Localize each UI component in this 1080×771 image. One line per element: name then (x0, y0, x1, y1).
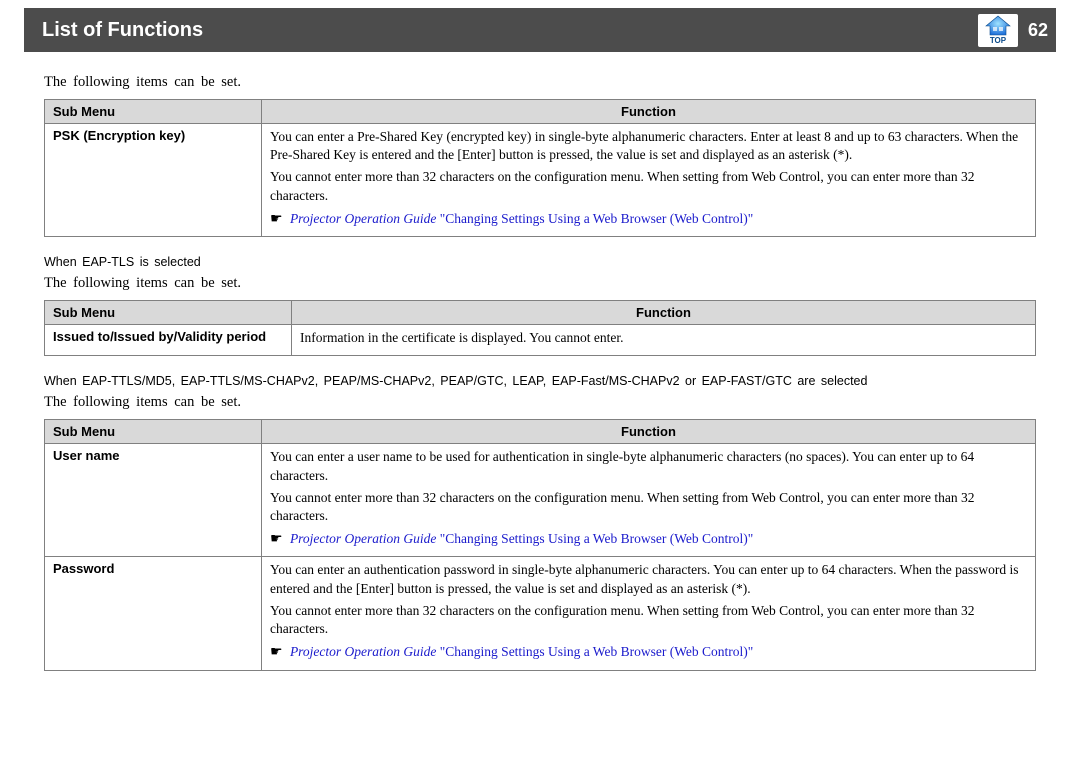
col-header-func: Function (262, 420, 1036, 444)
section2-heading: When EAP-TLS is selected (44, 255, 1036, 269)
col-header-sub: Sub Menu (45, 100, 262, 124)
table-auth: Sub Menu Function User name You can ente… (44, 419, 1036, 670)
row-body-cert: Information in the certificate is displa… (292, 325, 1036, 356)
table-row: Password You can enter an authentication… (45, 557, 1036, 670)
page-content: The following items can be set. Sub Menu… (44, 74, 1036, 671)
house-icon (984, 15, 1012, 37)
row-label-password: Password (45, 557, 262, 670)
col-header-func: Function (262, 100, 1036, 124)
text: You can enter a Pre-Shared Key (encrypte… (270, 128, 1027, 164)
header-right: TOP 62 (978, 8, 1056, 52)
guide-link[interactable]: Projector Operation Guide "Changing Sett… (290, 531, 753, 546)
row-body-user: You can enter a user name to be used for… (262, 444, 1036, 557)
table-row: PSK (Encryption key) You can enter a Pre… (45, 124, 1036, 237)
row-label-psk: PSK (Encryption key) (45, 124, 262, 237)
link-guide-text: Projector Operation Guide (290, 211, 436, 226)
row-label-cert: Issued to/Issued by/Validity period (45, 325, 292, 356)
text: You cannot enter more than 32 characters… (270, 602, 1027, 638)
top-button[interactable]: TOP (978, 14, 1018, 47)
link-topic-text: "Changing Settings Using a Web Browser (… (436, 211, 753, 226)
pointer-icon: ☛ (270, 642, 283, 661)
section1-intro: The following items can be set. (44, 74, 1036, 91)
link-line: ☛ Projector Operation Guide "Changing Se… (270, 642, 1027, 661)
link-topic-text: "Changing Settings Using a Web Browser (… (436, 644, 753, 659)
link-topic-text: "Changing Settings Using a Web Browser (… (436, 531, 753, 546)
table-row: Issued to/Issued by/Validity period Info… (45, 325, 1036, 356)
text: You can enter an authentication password… (270, 561, 1027, 597)
text: You can enter a user name to be used for… (270, 448, 1027, 484)
page-title: List of Functions (42, 19, 203, 42)
col-header-sub: Sub Menu (45, 301, 292, 325)
text: You cannot enter more than 32 characters… (270, 168, 1027, 204)
row-body-password: You can enter an authentication password… (262, 557, 1036, 670)
text: You cannot enter more than 32 characters… (270, 489, 1027, 525)
row-label-user: User name (45, 444, 262, 557)
table-psk: Sub Menu Function PSK (Encryption key) Y… (44, 99, 1036, 237)
guide-link[interactable]: Projector Operation Guide "Changing Sett… (290, 211, 753, 226)
section3-heading: When EAP-TTLS/MD5, EAP-TTLS/MS-CHAPv2, P… (44, 374, 1036, 388)
top-label: TOP (990, 37, 1006, 45)
pointer-icon: ☛ (270, 209, 283, 228)
table-eaptls: Sub Menu Function Issued to/Issued by/Va… (44, 300, 1036, 356)
col-header-sub: Sub Menu (45, 420, 262, 444)
guide-link[interactable]: Projector Operation Guide "Changing Sett… (290, 644, 753, 659)
link-line: ☛ Projector Operation Guide "Changing Se… (270, 529, 1027, 548)
link-guide-text: Projector Operation Guide (290, 531, 436, 546)
link-line: ☛ Projector Operation Guide "Changing Se… (270, 209, 1027, 228)
section2-intro: The following items can be set. (44, 275, 1036, 292)
col-header-func: Function (292, 301, 1036, 325)
table-row: User name You can enter a user name to b… (45, 444, 1036, 557)
text: Information in the certificate is displa… (300, 329, 1027, 347)
row-body-psk: You can enter a Pre-Shared Key (encrypte… (262, 124, 1036, 237)
link-guide-text: Projector Operation Guide (290, 644, 436, 659)
section3-intro: The following items can be set. (44, 394, 1036, 411)
pointer-icon: ☛ (270, 529, 283, 548)
page-header: List of Functions TOP 62 (24, 8, 1056, 52)
page-number: 62 (1028, 20, 1048, 41)
